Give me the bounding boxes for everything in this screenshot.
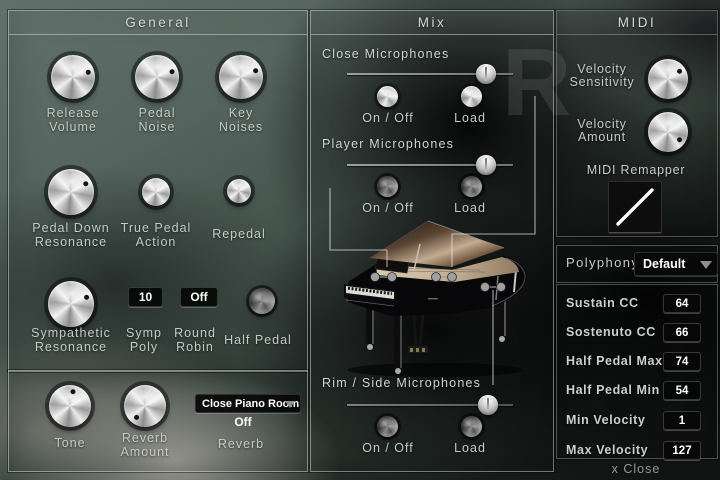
cc-row: Sostenuto CC 66 bbox=[557, 323, 717, 341]
release-volume-knob[interactable] bbox=[51, 55, 95, 99]
knob-indicator-dot bbox=[168, 68, 174, 74]
knob-indicator-dot bbox=[83, 294, 90, 301]
remapper-line-icon bbox=[609, 182, 661, 232]
rim-mics-load-knob[interactable] bbox=[461, 416, 482, 437]
player-mics-load-label: Load bbox=[430, 202, 510, 216]
half-pedal-min-value[interactable]: 54 bbox=[663, 381, 701, 400]
half-pedal-max-value[interactable]: 74 bbox=[663, 352, 701, 371]
half-pedal-max-label: Half Pedal Max bbox=[566, 354, 663, 368]
max-velocity-value[interactable]: 127 bbox=[663, 441, 701, 460]
mix-header: Mix bbox=[311, 11, 553, 35]
half-pedal-label: Half Pedal bbox=[213, 334, 303, 348]
pedal-down-resonance-knob[interactable] bbox=[48, 169, 94, 215]
min-velocity-label: Min Velocity bbox=[566, 413, 645, 427]
knob-indicator-dot bbox=[676, 68, 683, 75]
close-mics-load-label: Load bbox=[430, 112, 510, 126]
chevron-down-icon bbox=[285, 401, 295, 408]
round-robin-value[interactable]: Off bbox=[180, 287, 218, 307]
knob-indicator-dot bbox=[82, 180, 89, 187]
midi-cc-box: Sustain CC 64 Sostenuto CC 66 Half Pedal… bbox=[556, 284, 718, 459]
rim-mics-onoff-label: On / Off bbox=[343, 442, 433, 456]
velocity-sensitivity-knob[interactable] bbox=[648, 59, 688, 99]
sympathetic-resonance-knob[interactable] bbox=[48, 281, 94, 327]
rim-mics-slider-handle[interactable] bbox=[478, 395, 498, 415]
cc-row: Half Pedal Min 54 bbox=[557, 381, 717, 399]
velocity-amount-label: Velocity Amount bbox=[556, 118, 648, 144]
knob-indicator-dot bbox=[676, 136, 683, 143]
grand-piano-image bbox=[330, 218, 550, 383]
min-velocity-value[interactable]: 1 bbox=[663, 411, 701, 430]
cc-row: Max Velocity 127 bbox=[557, 441, 717, 459]
midi-title: MIDI bbox=[618, 15, 657, 30]
reverb-amount-knob[interactable] bbox=[124, 385, 166, 427]
reverb-amount-label: ReverbAmount bbox=[100, 432, 190, 459]
sostenuto-cc-value[interactable]: 66 bbox=[663, 323, 701, 342]
knob-indicator-dot bbox=[133, 414, 140, 421]
repedal-knob[interactable] bbox=[227, 179, 251, 203]
close-mics-slider-handle[interactable] bbox=[476, 64, 496, 84]
key-noises-knob[interactable] bbox=[219, 55, 263, 99]
reverb-preset-dropdown[interactable]: Close Piano Room bbox=[195, 394, 301, 413]
symp-poly-value[interactable]: 10 bbox=[128, 287, 163, 307]
close-mics-onoff-label: On / Off bbox=[343, 112, 433, 126]
repedal-label: Repedal bbox=[189, 228, 289, 242]
true-pedal-action-knob[interactable] bbox=[142, 178, 170, 206]
close-mics-label: Close Microphones bbox=[322, 47, 449, 61]
player-mics-load-knob[interactable] bbox=[461, 176, 482, 197]
mix-title: Mix bbox=[418, 15, 447, 30]
rim-mics-load-label: Load bbox=[430, 442, 510, 456]
rim-mics-label: Rim / Side Microphones bbox=[322, 376, 481, 390]
close-mics-onoff-knob[interactable] bbox=[377, 86, 398, 107]
cc-row: Half Pedal Max 74 bbox=[557, 352, 717, 370]
player-mics-label: Player Microphones bbox=[322, 137, 454, 151]
tone-knob[interactable] bbox=[49, 385, 91, 427]
cc-row: Sustain CC 64 bbox=[557, 294, 717, 312]
knob-indicator-dot bbox=[85, 69, 91, 75]
piano-plugin-ui: R General ReleaseVolume PedalNoise KeyNo… bbox=[0, 0, 720, 480]
knob-indicator-dot bbox=[252, 67, 259, 74]
close-panel-button[interactable]: x Close bbox=[556, 462, 716, 476]
player-mics-onoff-knob[interactable] bbox=[377, 176, 398, 197]
polyphony-dropdown[interactable]: Default bbox=[634, 252, 718, 276]
player-mics-onoff-label: On / Off bbox=[343, 202, 433, 216]
close-mics-load-knob[interactable] bbox=[461, 86, 482, 107]
general-header: General bbox=[9, 11, 307, 35]
knob-indicator-dot bbox=[70, 389, 76, 395]
max-velocity-label: Max Velocity bbox=[566, 443, 648, 457]
half-pedal-knob[interactable] bbox=[249, 288, 275, 314]
reverb-state-value[interactable]: Off bbox=[213, 415, 273, 429]
general-title: General bbox=[125, 15, 191, 30]
velocity-sensitivity-label: Velocity Sensitivity bbox=[556, 63, 648, 89]
reverb-label: Reverb bbox=[196, 438, 286, 452]
rim-mics-onoff-knob[interactable] bbox=[377, 416, 398, 437]
sustain-cc-label: Sustain CC bbox=[566, 296, 639, 310]
key-noises-label: KeyNoises bbox=[186, 107, 296, 134]
sostenuto-cc-label: Sostenuto CC bbox=[566, 325, 656, 339]
sustain-cc-value[interactable]: 64 bbox=[663, 294, 701, 313]
midi-header: MIDI bbox=[557, 11, 717, 35]
velocity-amount-knob[interactable] bbox=[648, 112, 688, 152]
chevron-down-icon bbox=[700, 261, 712, 269]
midi-remapper-label: MIDI Remapper bbox=[556, 164, 716, 177]
half-pedal-min-label: Half Pedal Min bbox=[566, 383, 660, 397]
midi-remapper-curve[interactable] bbox=[608, 181, 662, 233]
cc-row: Min Velocity 1 bbox=[557, 411, 717, 429]
polyphony-value: Default bbox=[643, 257, 685, 271]
player-mics-slider-handle[interactable] bbox=[476, 155, 496, 175]
pedal-noise-knob[interactable] bbox=[135, 55, 179, 99]
